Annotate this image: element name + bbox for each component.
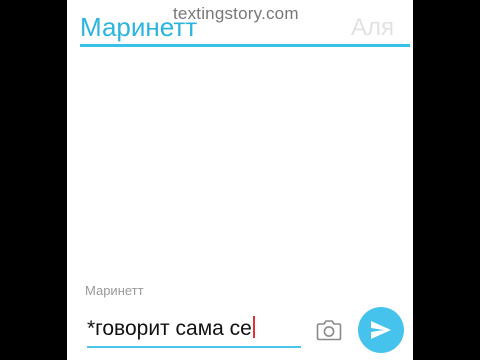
message-input-value: *говорит сама се bbox=[87, 317, 252, 340]
send-button[interactable] bbox=[358, 307, 404, 353]
send-icon bbox=[371, 321, 391, 339]
conversation-area bbox=[67, 48, 413, 274]
message-input-text: *говорит сама се bbox=[87, 316, 255, 342]
message-input[interactable]: *говорит сама се bbox=[87, 312, 301, 348]
sender-label: Маринетт bbox=[85, 283, 144, 298]
tab-underline bbox=[80, 44, 410, 47]
app-screen: Маринетт Аля textingstory.com Маринетт *… bbox=[67, 0, 413, 360]
tab-alya[interactable]: Аля bbox=[351, 13, 394, 43]
watermark: textingstory.com bbox=[173, 4, 299, 23]
text-caret bbox=[252, 316, 255, 338]
camera-icon bbox=[316, 320, 342, 341]
camera-button[interactable] bbox=[316, 319, 342, 341]
